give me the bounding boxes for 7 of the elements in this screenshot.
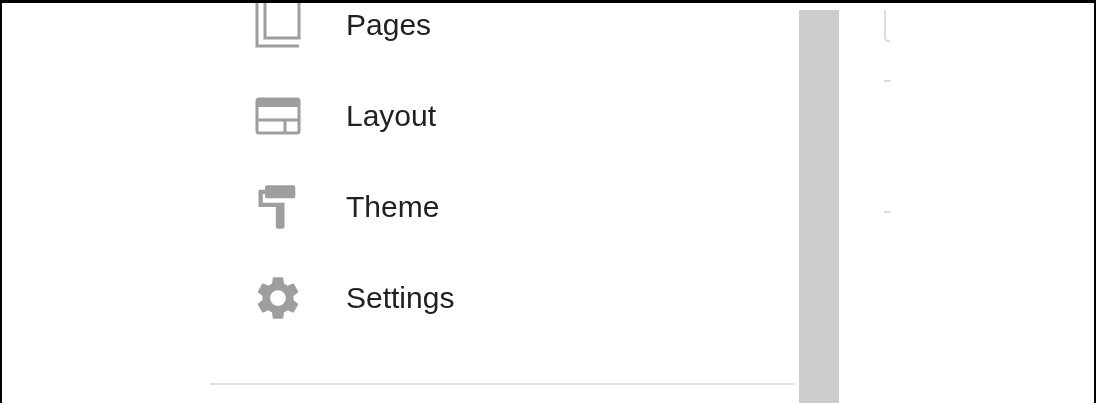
sidebar-item[interactable]: Theme [210, 161, 795, 252]
sidebar-item[interactable]: Settings [210, 252, 795, 343]
pages-icon [255, 3, 301, 48]
sidebar-item[interactable]: Layout [210, 70, 795, 161]
sidebar-item[interactable]: Pages [210, 3, 795, 70]
layout-icon [255, 96, 301, 135]
scrollbar[interactable] [799, 10, 839, 403]
